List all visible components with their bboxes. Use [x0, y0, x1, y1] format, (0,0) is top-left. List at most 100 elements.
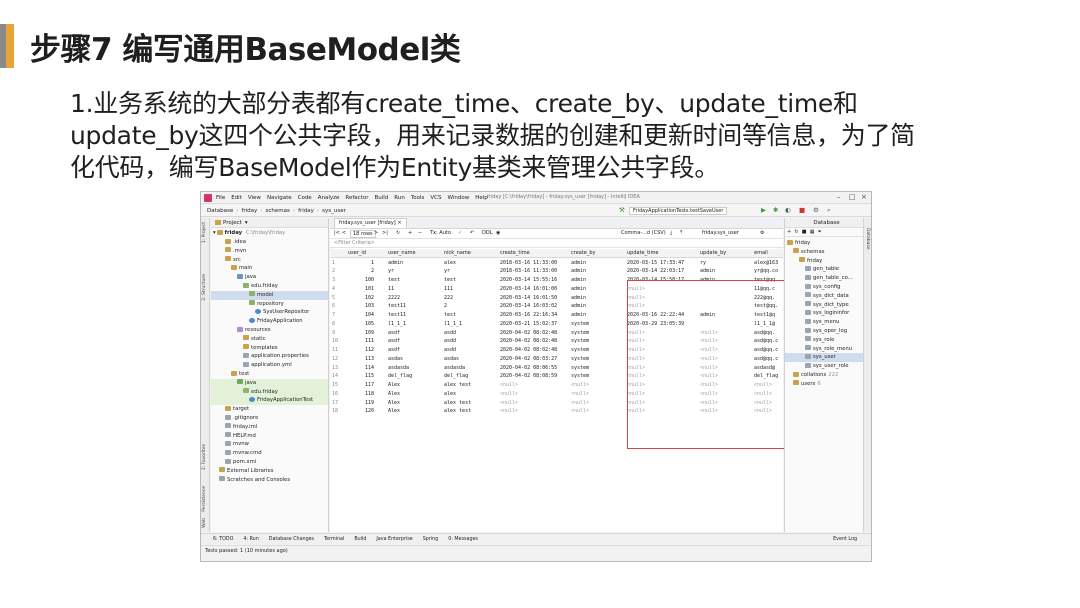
- table-cell[interactable]: asdd: [444, 329, 498, 338]
- table-cell[interactable]: 2020-04-02 08:02:48: [500, 337, 570, 346]
- table-cell[interactable]: 2020-03-14 16:03:02: [500, 302, 570, 311]
- table-cell[interactable]: 2020-03-14 22:03:17: [627, 267, 699, 276]
- tree-item[interactable]: mvnw.cmd: [211, 449, 328, 458]
- table-cell[interactable]: 2020-03-14 15:55:16: [500, 276, 570, 285]
- db-tree-item[interactable]: users 6: [785, 380, 864, 389]
- db-tree-item[interactable]: gen_table_co...: [785, 274, 864, 283]
- stop-icon[interactable]: ■: [802, 229, 807, 235]
- table-row[interactable]: 1 1 admin alex 2018-03-16 11:33:00 admin 2020-…: [330, 259, 783, 268]
- table-cell[interactable]: admin: [571, 311, 625, 320]
- tree-item[interactable]: FridayApplication: [211, 317, 328, 326]
- column-header[interactable]: create_time: [500, 249, 570, 258]
- db-tree-item[interactable]: sys_role: [785, 336, 864, 345]
- add-row-icon[interactable]: +: [408, 230, 412, 236]
- table-cell[interactable]: 120: [348, 407, 374, 416]
- table-cell[interactable]: admin: [700, 267, 752, 276]
- table-cell[interactable]: alex: [444, 259, 498, 268]
- db-tree-item[interactable]: sys_dict_data: [785, 292, 864, 301]
- menu-item-file[interactable]: File: [216, 195, 225, 201]
- table-cell[interactable]: 2020-04-02 08:03:27: [500, 355, 570, 364]
- table-cell[interactable]: 119: [348, 399, 374, 408]
- table-cell[interactable]: 111: [348, 337, 374, 346]
- db-tree-item[interactable]: sys_oper_log: [785, 327, 864, 336]
- db-tree-item[interactable]: sys_menu: [785, 318, 864, 327]
- table-cell[interactable]: system: [571, 364, 625, 373]
- maximize-icon[interactable]: □: [849, 193, 856, 201]
- table-cell[interactable]: <null>: [500, 407, 570, 416]
- table-cell[interactable]: admin: [571, 294, 625, 303]
- table-cell[interactable]: <null>: [500, 390, 570, 399]
- table-cell[interactable]: asdasda: [444, 364, 498, 373]
- column-header[interactable]: user_id: [348, 249, 386, 258]
- table-cell[interactable]: <null>: [571, 407, 625, 416]
- table-cell[interactable]: asdf: [388, 337, 442, 346]
- table-cell[interactable]: system: [571, 337, 625, 346]
- table-cell[interactable]: asdasda: [388, 364, 442, 373]
- settings-icon[interactable]: ⚙: [813, 206, 819, 215]
- tree-item[interactable]: repository: [211, 300, 328, 309]
- coverage-icon[interactable]: ◐: [785, 206, 791, 215]
- db-tree-item[interactable]: friday: [785, 257, 864, 266]
- table-cell[interactable]: test11: [388, 302, 442, 311]
- filter-icon[interactable]: ⏷: [818, 229, 822, 235]
- table-cell[interactable]: del_flag: [444, 372, 498, 381]
- column-header[interactable]: update_time: [627, 249, 699, 258]
- menu-item-navigate[interactable]: Navigate: [267, 195, 292, 201]
- table-cell[interactable]: asdd: [444, 346, 498, 355]
- tree-item[interactable]: .gitignore: [211, 414, 328, 423]
- tree-item[interactable]: FridayApplicationTest: [211, 396, 328, 406]
- table-cell[interactable]: test11: [388, 311, 442, 320]
- db-tree-item[interactable]: sys_user: [785, 353, 864, 363]
- hammer-icon[interactable]: ⚒: [619, 206, 625, 215]
- tree-item[interactable]: .mvn: [211, 247, 328, 256]
- stop-icon[interactable]: ■: [799, 206, 805, 215]
- tree-item[interactable]: main: [211, 264, 328, 273]
- table-icon[interactable]: ▦: [810, 229, 815, 235]
- table-cell[interactable]: system: [571, 329, 625, 338]
- spring-tool-button[interactable]: Spring: [423, 537, 438, 542]
- table-cell[interactable]: 2020-03-14 16:01:00: [500, 285, 570, 294]
- project-panel-title[interactable]: Project: [223, 220, 242, 226]
- tree-item[interactable]: SysUserRepositor: [211, 308, 328, 317]
- menu-item-refactor[interactable]: Refactor: [345, 195, 368, 201]
- table-cell[interactable]: 11: [388, 285, 442, 294]
- table-cell[interactable]: system: [571, 355, 625, 364]
- table-cell[interactable]: <null>: [571, 381, 625, 390]
- table-cell[interactable]: 2020-04-02 08:08:59: [500, 372, 570, 381]
- table-cell[interactable]: admin: [388, 259, 442, 268]
- table-cell[interactable]: ry: [700, 259, 752, 268]
- tree-item[interactable]: Scratches and Consoles: [211, 476, 328, 485]
- close-icon[interactable]: ×: [861, 193, 867, 201]
- table-cell[interactable]: del_flag: [388, 372, 442, 381]
- column-header[interactable]: user_name: [388, 249, 442, 258]
- tree-item[interactable]: pom.xml: [211, 458, 328, 467]
- breadcrumb-item[interactable]: friday: [241, 208, 257, 214]
- table-cell[interactable]: 2020-04-02 08:02:48: [500, 346, 570, 355]
- table-cell[interactable]: test: [444, 311, 498, 320]
- project-tool-button[interactable]: 1: Project: [202, 222, 207, 243]
- tree-item[interactable]: templates: [211, 344, 328, 353]
- tree-root[interactable]: ▾ friday C:\friday\friday: [213, 229, 285, 238]
- table-cell[interactable]: asdd: [444, 337, 498, 346]
- upload-icon[interactable]: ⤒: [680, 230, 682, 236]
- ddl-button[interactable]: DDL: [482, 230, 493, 236]
- table-cell[interactable]: system: [571, 346, 625, 355]
- tree-item[interactable]: src: [211, 256, 328, 265]
- table-cell[interactable]: test: [388, 276, 442, 285]
- tree-item[interactable]: mvnw: [211, 440, 328, 449]
- table-cell[interactable]: 117: [348, 381, 374, 390]
- tree-item[interactable]: model: [211, 290, 328, 300]
- tab-sys-user[interactable]: friday.sys_user [friday] ×: [334, 218, 407, 228]
- table-cell[interactable]: 109: [348, 329, 374, 338]
- db-tree-item[interactable]: sys_dict_type: [785, 301, 864, 310]
- settings-icon[interactable]: ⚙: [760, 230, 764, 236]
- search-icon[interactable]: ⌕: [827, 206, 831, 215]
- menu-item-edit[interactable]: Edit: [231, 195, 242, 201]
- tree-item[interactable]: java: [211, 273, 328, 282]
- table-cell[interactable]: system: [571, 320, 625, 329]
- favorites-tool-button[interactable]: 2: Favorites: [202, 444, 207, 470]
- menu-item-tools[interactable]: Tools: [411, 195, 425, 201]
- tree-item[interactable]: resources: [211, 326, 328, 335]
- breadcrumb-item[interactable]: friday: [298, 208, 314, 214]
- table-cell[interactable]: alex@163: [754, 259, 784, 268]
